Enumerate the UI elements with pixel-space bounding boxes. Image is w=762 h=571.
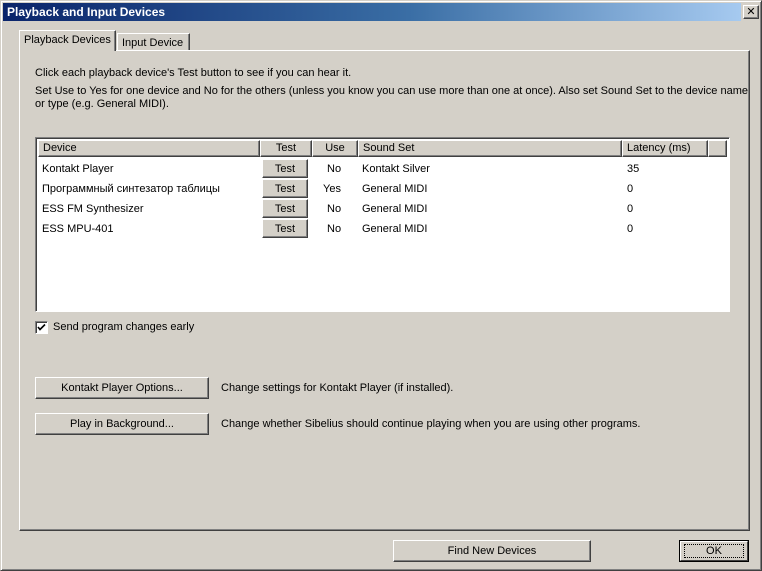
sound-set-value[interactable]: General MIDI xyxy=(362,223,427,235)
ok-button[interactable]: OK xyxy=(679,540,749,562)
instruction-line-2: Set Use to Yes for one device and No for… xyxy=(35,85,748,97)
test-button[interactable]: Test xyxy=(262,199,308,218)
window-title: Playback and Input Devices xyxy=(7,5,166,19)
devices-list[interactable]: Device Test Use Sound Set Latency (ms) K… xyxy=(35,137,730,312)
use-value[interactable]: Yes xyxy=(323,183,341,195)
column-header-filler xyxy=(708,140,727,157)
test-button[interactable]: Test xyxy=(262,179,308,198)
column-header-sound-set[interactable]: Sound Set xyxy=(358,140,622,157)
dialog-window: Playback and Input Devices ✕ Playback De… xyxy=(0,0,762,571)
kontakt-player-options-description: Change settings for Kontakt Player (if i… xyxy=(221,382,454,394)
device-name: ESS FM Synthesizer xyxy=(42,203,144,215)
latency-value[interactable]: 0 xyxy=(627,223,633,235)
find-new-devices-button[interactable]: Find New Devices xyxy=(393,540,591,562)
kontakt-player-options-button[interactable]: Kontakt Player Options... xyxy=(35,377,209,399)
device-name: ESS MPU-401 xyxy=(42,223,114,235)
tab-playback-devices[interactable]: Playback Devices xyxy=(19,30,116,51)
ok-button-label: OK xyxy=(706,545,722,557)
table-row[interactable]: ESS MPU-401 Test No General MIDI 0 xyxy=(38,219,727,239)
table-row[interactable]: Программный синтезатор таблицы Test Yes … xyxy=(38,179,727,199)
column-header-test[interactable]: Test xyxy=(260,140,312,157)
use-value[interactable]: No xyxy=(327,203,341,215)
latency-value[interactable]: 0 xyxy=(627,203,633,215)
sound-set-value[interactable]: General MIDI xyxy=(362,203,427,215)
test-button[interactable]: Test xyxy=(262,219,308,238)
instruction-line-1: Click each playback device's Test button… xyxy=(35,67,352,79)
tab-input-device[interactable]: Input Device xyxy=(117,33,190,51)
table-row[interactable]: ESS FM Synthesizer Test No General MIDI … xyxy=(38,199,727,219)
device-name: Kontakt Player xyxy=(42,163,114,175)
column-header-use[interactable]: Use xyxy=(312,140,358,157)
play-in-background-button[interactable]: Play in Background... xyxy=(35,413,209,435)
table-row[interactable]: Kontakt Player Test No Kontakt Silver 35 xyxy=(38,159,727,179)
instruction-line-3: or type (e.g. General MIDI). xyxy=(35,98,169,110)
play-in-background-description: Change whether Sibelius should continue … xyxy=(221,418,641,430)
column-header-latency[interactable]: Latency (ms) xyxy=(622,140,708,157)
send-program-changes-checkbox[interactable] xyxy=(35,321,48,334)
close-icon[interactable]: ✕ xyxy=(743,5,759,19)
send-program-changes-label[interactable]: Send program changes early xyxy=(53,321,194,333)
test-button[interactable]: Test xyxy=(262,159,308,178)
use-value[interactable]: No xyxy=(327,163,341,175)
title-bar[interactable]: Playback and Input Devices xyxy=(3,3,741,21)
checkmark-icon xyxy=(37,323,46,331)
latency-value[interactable]: 0 xyxy=(627,183,633,195)
device-name: Программный синтезатор таблицы xyxy=(42,183,220,195)
sound-set-value[interactable]: Kontakt Silver xyxy=(362,163,430,175)
latency-value[interactable]: 35 xyxy=(627,163,639,175)
sound-set-value[interactable]: General MIDI xyxy=(362,183,427,195)
use-value[interactable]: No xyxy=(327,223,341,235)
column-header-device[interactable]: Device xyxy=(38,140,260,157)
devices-header: Device Test Use Sound Set Latency (ms) xyxy=(38,140,727,157)
